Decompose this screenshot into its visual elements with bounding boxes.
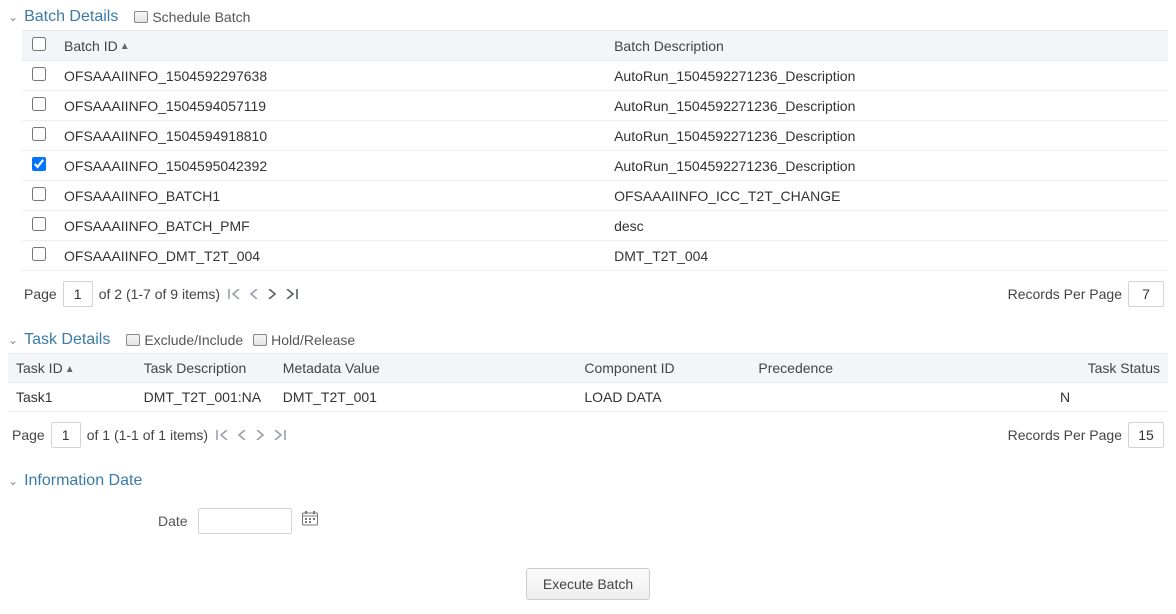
batch-table: Batch ID▲ Batch Description OFSAAAIINFO_… <box>22 30 1168 271</box>
batch-id-cell: OFSAAAIINFO_1504592297638 <box>56 61 606 91</box>
sort-asc-icon: ▲ <box>120 41 130 52</box>
info-date-row: Date <box>8 494 1168 548</box>
table-row[interactable]: OFSAAAIINFO_1504592297638AutoRun_1504592… <box>22 61 1168 91</box>
batch-id-cell: OFSAAAIINFO_BATCH_PMF <box>56 211 606 241</box>
table-row[interactable]: OFSAAAIINFO_BATCH1OFSAAAIINFO_ICC_T2T_CH… <box>22 181 1168 211</box>
table-row[interactable]: OFSAAAIINFO_DMT_T2T_004DMT_T2T_004 <box>22 241 1168 271</box>
batch-id-cell: OFSAAAIINFO_1504595042392 <box>56 151 606 181</box>
metadata-cell: DMT_T2T_001 <box>275 383 577 412</box>
row-checkbox[interactable] <box>32 67 46 81</box>
sort-asc-icon: ▲ <box>65 364 75 375</box>
records-per-page-label: Records Per Page <box>1008 286 1122 302</box>
batch-desc-cell: AutoRun_1504592271236_Description <box>606 151 1168 181</box>
table-row[interactable]: OFSAAAIINFO_BATCH_PMFdesc <box>22 211 1168 241</box>
row-checkbox[interactable] <box>32 217 46 231</box>
info-date-title: Information Date <box>24 472 142 490</box>
collapse-icon[interactable]: ⌄ <box>8 474 18 488</box>
batch-desc-cell: AutoRun_1504592271236_Description <box>606 91 1168 121</box>
task-page-input[interactable] <box>51 422 81 448</box>
batch-pager: Page of 2 (1-7 of 9 items) Records Per P… <box>8 271 1168 317</box>
batch-desc-cell: DMT_T2T_004 <box>606 241 1168 271</box>
prev-page-icon[interactable] <box>248 287 260 302</box>
task-desc-cell: DMT_T2T_001:NA <box>136 383 275 412</box>
date-input[interactable] <box>198 508 292 534</box>
batch-rpp-input[interactable] <box>1128 281 1164 307</box>
exclude-include-label: Exclude/Include <box>144 332 243 348</box>
batch-id-cell: OFSAAAIINFO_BATCH1 <box>56 181 606 211</box>
records-per-page-label: Records Per Page <box>1008 427 1122 443</box>
exclude-include-button[interactable]: Exclude/Include <box>126 332 243 348</box>
table-row[interactable]: OFSAAAIINFO_1504594918810AutoRun_1504592… <box>22 121 1168 151</box>
hold-release-button[interactable]: Hold/Release <box>253 332 355 348</box>
execute-batch-button[interactable]: Execute Batch <box>526 568 650 600</box>
task-status-cell: N <box>1052 383 1168 412</box>
task-id-header[interactable]: Task ID▲ <box>8 354 136 383</box>
collapse-icon[interactable]: ⌄ <box>8 333 18 347</box>
execute-row: Execute Batch <box>8 548 1168 606</box>
row-checkbox[interactable] <box>32 157 46 171</box>
batch-details-header: ⌄ Batch Details Schedule Batch <box>8 8 1168 26</box>
batch-desc-cell: OFSAAAIINFO_ICC_T2T_CHANGE <box>606 181 1168 211</box>
exclude-include-icon <box>126 334 140 346</box>
next-page-icon[interactable] <box>266 287 278 302</box>
batch-desc-cell: desc <box>606 211 1168 241</box>
task-details-header: ⌄ Task Details Exclude/Include Hold/Rele… <box>8 331 1168 349</box>
table-row[interactable]: Task1DMT_T2T_001:NADMT_T2T_001LOAD DATA N <box>8 383 1168 412</box>
batch-desc-header[interactable]: Batch Description <box>606 31 1168 61</box>
last-page-icon[interactable] <box>272 428 288 443</box>
info-date-header: ⌄ Information Date <box>8 472 1168 490</box>
batch-page-input[interactable] <box>63 281 93 307</box>
precedence-cell <box>750 383 1052 412</box>
row-checkbox[interactable] <box>32 97 46 111</box>
task-status-header[interactable]: Task Status <box>1052 354 1168 383</box>
row-checkbox[interactable] <box>32 127 46 141</box>
task-pager: Page of 1 (1-1 of 1 items) Records Per P… <box>8 412 1168 458</box>
row-checkbox[interactable] <box>32 187 46 201</box>
schedule-icon <box>134 11 148 23</box>
date-label: Date <box>158 513 188 529</box>
task-table: Task ID▲ Task Description Metadata Value… <box>8 353 1168 412</box>
batch-select-all-header <box>22 31 56 61</box>
calendar-icon[interactable] <box>302 511 318 531</box>
schedule-batch-label: Schedule Batch <box>152 9 250 25</box>
batch-details-title: Batch Details <box>24 8 118 26</box>
batch-page-range: of 2 (1-7 of 9 items) <box>99 286 220 302</box>
batch-desc-cell: AutoRun_1504592271236_Description <box>606 61 1168 91</box>
component-id-cell: LOAD DATA <box>576 383 750 412</box>
task-details-title: Task Details <box>24 331 110 349</box>
component-id-header[interactable]: Component ID <box>576 354 750 383</box>
batch-id-cell: OFSAAAIINFO_1504594057119 <box>56 91 606 121</box>
hold-release-icon <box>253 334 267 346</box>
task-id-cell: Task1 <box>8 383 136 412</box>
hold-release-label: Hold/Release <box>271 332 355 348</box>
page-label: Page <box>24 286 57 302</box>
batch-desc-cell: AutoRun_1504592271236_Description <box>606 121 1168 151</box>
metadata-header[interactable]: Metadata Value <box>275 354 577 383</box>
task-page-range: of 1 (1-1 of 1 items) <box>87 427 208 443</box>
batch-select-all-checkbox[interactable] <box>32 37 46 51</box>
table-row[interactable]: OFSAAAIINFO_1504595042392AutoRun_1504592… <box>22 151 1168 181</box>
prev-page-icon[interactable] <box>236 428 248 443</box>
batch-id-cell: OFSAAAIINFO_DMT_T2T_004 <box>56 241 606 271</box>
first-page-icon[interactable] <box>226 287 242 302</box>
batch-id-cell: OFSAAAIINFO_1504594918810 <box>56 121 606 151</box>
next-page-icon[interactable] <box>254 428 266 443</box>
schedule-batch-button[interactable]: Schedule Batch <box>134 9 250 25</box>
collapse-icon[interactable]: ⌄ <box>8 10 18 24</box>
page-label: Page <box>12 427 45 443</box>
first-page-icon[interactable] <box>214 428 230 443</box>
task-desc-header[interactable]: Task Description <box>136 354 275 383</box>
table-row[interactable]: OFSAAAIINFO_1504594057119AutoRun_1504592… <box>22 91 1168 121</box>
task-rpp-input[interactable] <box>1128 422 1164 448</box>
precedence-header[interactable]: Precedence <box>750 354 1052 383</box>
batch-id-header[interactable]: Batch ID▲ <box>56 31 606 61</box>
last-page-icon[interactable] <box>284 287 300 302</box>
row-checkbox[interactable] <box>32 247 46 261</box>
